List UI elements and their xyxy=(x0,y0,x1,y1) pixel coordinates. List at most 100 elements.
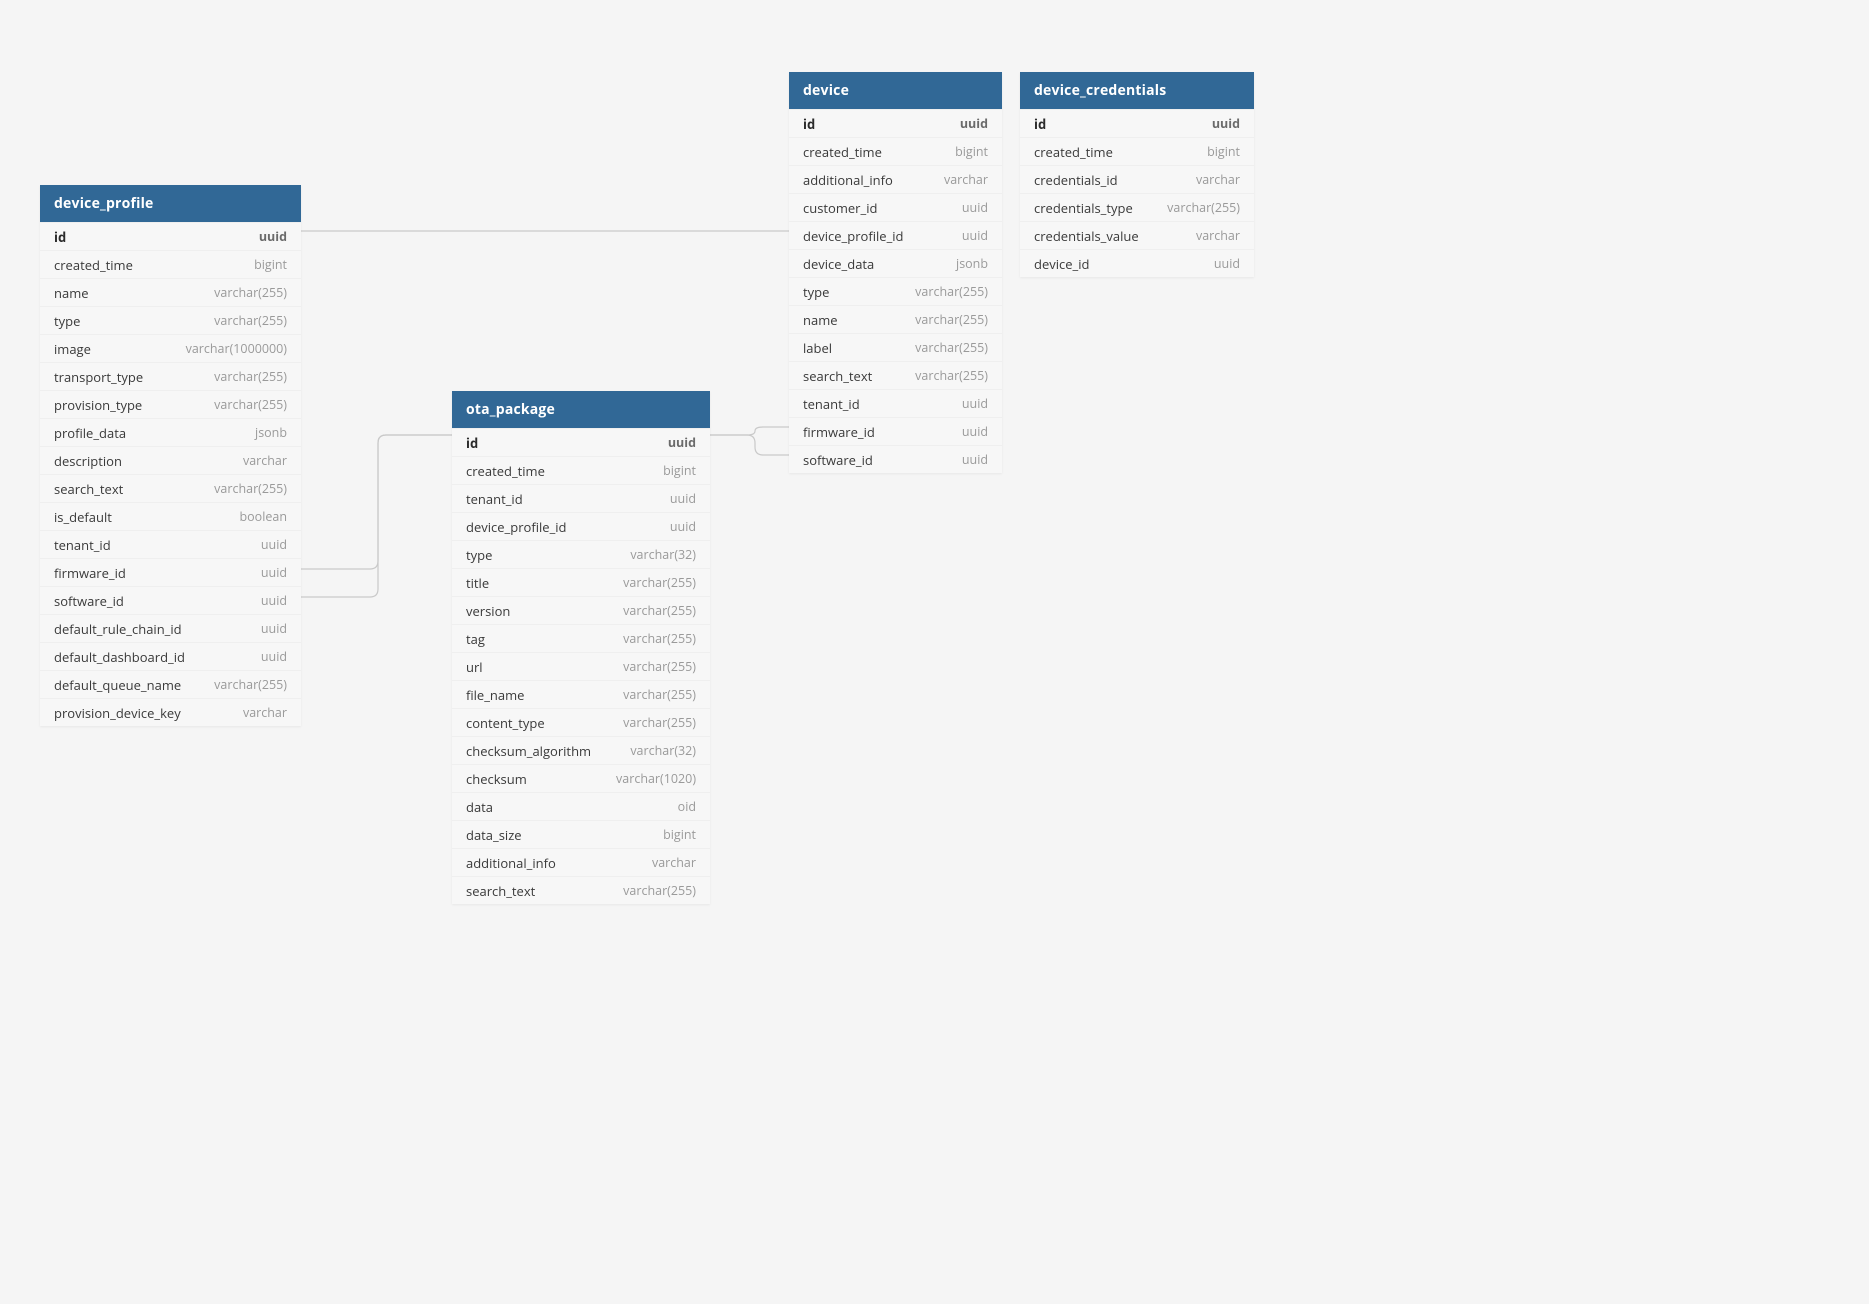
column-type: varchar xyxy=(243,704,287,721)
column-type: uuid xyxy=(261,536,287,553)
column-type: varchar(255) xyxy=(623,658,696,675)
table-title: device_credentials xyxy=(1034,81,1166,100)
table-row: type varchar(255) xyxy=(789,277,1002,305)
column-name: transport_type xyxy=(54,368,143,386)
table-row: tagvarchar(255) xyxy=(452,624,710,652)
column-name: created_time xyxy=(803,143,882,161)
column-name: created_time xyxy=(1034,143,1113,161)
column-name: id xyxy=(54,228,66,246)
column-type: varchar(255) xyxy=(214,284,287,301)
column-type: oid xyxy=(678,798,696,815)
table-device-profile: device_profile iduuid created_timebigint… xyxy=(40,185,301,726)
table-row: device_id uuid xyxy=(1020,249,1254,277)
table-row: device_datajsonb xyxy=(789,249,1002,277)
column-type: varchar(1020) xyxy=(616,770,696,787)
table-row: provision_typevarchar(255) xyxy=(40,390,301,418)
table-row: versionvarchar(255) xyxy=(452,596,710,624)
table-row: credentials_idvarchar xyxy=(1020,165,1254,193)
column-name: name xyxy=(54,284,89,302)
table-row: id uuid xyxy=(1020,109,1254,137)
column-name: data xyxy=(466,798,493,816)
column-name: credentials_value xyxy=(1034,227,1139,245)
column-name: is_default xyxy=(54,508,112,526)
column-type: varchar(255) xyxy=(623,574,696,591)
column-type: uuid xyxy=(962,423,988,440)
column-name: profile_data xyxy=(54,424,126,442)
column-type: varchar xyxy=(243,452,287,469)
table-header: ota_package xyxy=(452,391,710,428)
table-row: created_time bigint xyxy=(40,250,301,278)
column-type: uuid xyxy=(1214,255,1240,272)
table-header: device_credentials xyxy=(1020,72,1254,109)
column-name: firmware_id xyxy=(54,564,126,582)
column-name: tenant_id xyxy=(803,395,860,413)
table-row: software_iduuid xyxy=(40,586,301,614)
table-row: descriptionvarchar xyxy=(40,446,301,474)
column-type: varchar xyxy=(944,171,988,188)
table-header: device_profile xyxy=(40,185,301,222)
table-row: content_typevarchar(255) xyxy=(452,708,710,736)
column-name: name xyxy=(803,311,838,329)
column-name: additional_info xyxy=(803,171,893,189)
column-name: device_id xyxy=(1034,255,1090,273)
column-name: default_queue_name xyxy=(54,676,181,694)
column-type: varchar(255) xyxy=(214,396,287,413)
column-name: checksum_algorithm xyxy=(466,742,591,760)
table-row: data oid xyxy=(452,792,710,820)
column-type: varchar(255) xyxy=(623,602,696,619)
column-name: checksum xyxy=(466,770,527,788)
table-row: iduuid xyxy=(452,428,710,456)
column-type: uuid xyxy=(670,518,696,535)
column-name: default_dashboard_id xyxy=(54,648,185,666)
column-name: title xyxy=(466,574,489,592)
table-row: typevarchar(32) xyxy=(452,540,710,568)
table-row: urlvarchar(255) xyxy=(452,652,710,680)
table-row: iduuid xyxy=(40,222,301,250)
table-row: additional_infovarchar xyxy=(452,848,710,876)
column-name: id xyxy=(466,434,478,452)
column-type: uuid xyxy=(962,395,988,412)
column-name: additional_info xyxy=(466,854,556,872)
column-type: varchar(255) xyxy=(214,368,287,385)
column-name: credentials_type xyxy=(1034,199,1133,217)
table-row: created_timebigint xyxy=(1020,137,1254,165)
table-row: checksum_algorithmvarchar(32) xyxy=(452,736,710,764)
connector-profile-firmware-to-ota xyxy=(301,435,452,569)
column-name: search_text xyxy=(466,882,535,900)
table-device-credentials: device_credentials id uuid created_timebi… xyxy=(1020,72,1254,277)
column-type: bigint xyxy=(254,256,287,273)
column-type: varchar(32) xyxy=(630,546,696,563)
column-type: bigint xyxy=(663,826,696,843)
column-name: firmware_id xyxy=(803,423,875,441)
column-name: content_type xyxy=(466,714,545,732)
table-row: iduuid xyxy=(789,109,1002,137)
connector-ota-to-device-firmware xyxy=(710,427,789,435)
column-type: varchar xyxy=(1196,227,1240,244)
column-type: varchar(255) xyxy=(214,676,287,693)
column-type: uuid xyxy=(261,592,287,609)
column-name: id xyxy=(1034,115,1046,133)
table-header: device xyxy=(789,72,1002,109)
column-name: tenant_id xyxy=(466,490,523,508)
table-row: tenant_iduuid xyxy=(452,484,710,512)
column-name: credentials_id xyxy=(1034,171,1118,189)
column-type: uuid xyxy=(1212,115,1240,132)
table-row: namevarchar(255) xyxy=(789,305,1002,333)
column-name: type xyxy=(803,283,829,301)
table-row: name varchar(255) xyxy=(40,278,301,306)
column-type: varchar(255) xyxy=(915,283,988,300)
column-type: varchar(255) xyxy=(1167,199,1240,216)
column-type: jsonb xyxy=(255,424,287,441)
column-name: created_time xyxy=(54,256,133,274)
column-name: search_text xyxy=(803,367,872,385)
column-name: provision_device_key xyxy=(54,704,181,722)
table-row: search_textvarchar(255) xyxy=(789,361,1002,389)
column-name: software_id xyxy=(803,451,873,469)
column-type: jsonb xyxy=(956,255,988,272)
column-name: created_time xyxy=(466,462,545,480)
column-type: bigint xyxy=(663,462,696,479)
column-type: varchar(1000000) xyxy=(186,340,287,357)
column-type: bigint xyxy=(955,143,988,160)
column-type: varchar(255) xyxy=(214,480,287,497)
table-row: default_dashboard_iduuid xyxy=(40,642,301,670)
